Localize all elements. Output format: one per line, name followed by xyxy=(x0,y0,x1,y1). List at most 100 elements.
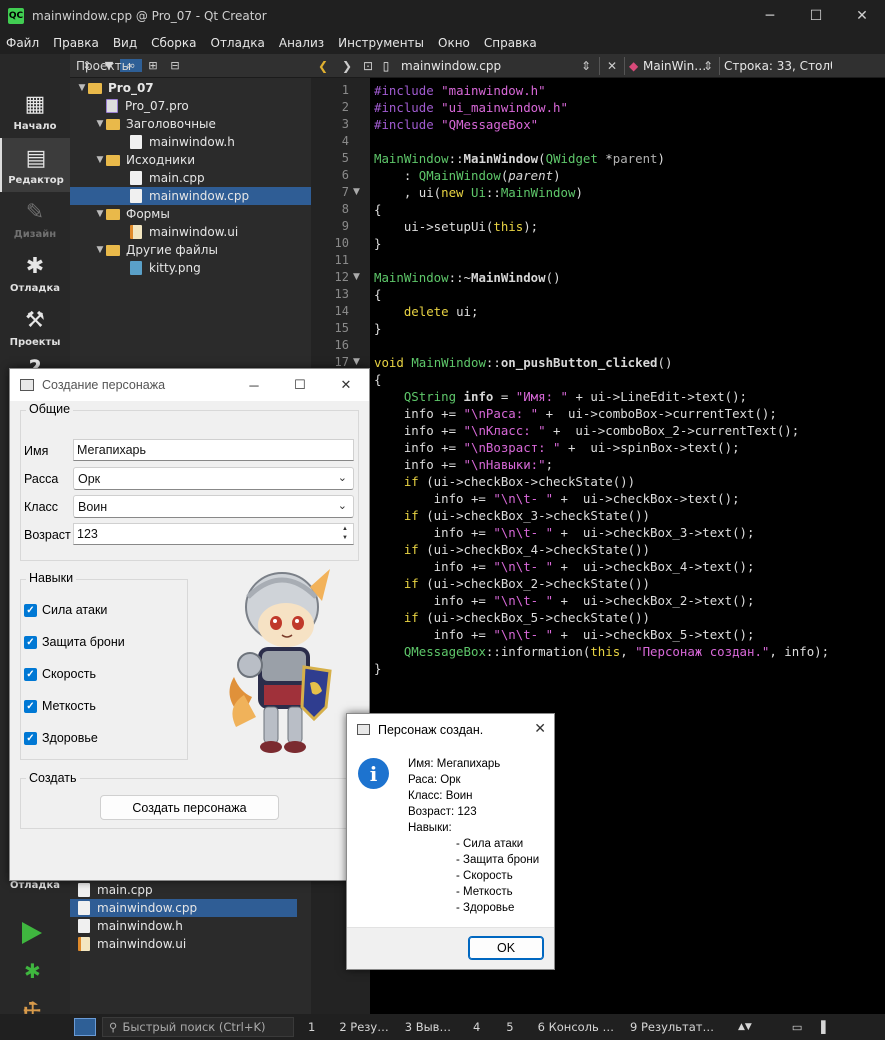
output-pane-toggle-icon[interactable]: ▭ xyxy=(792,1020,803,1034)
message-line: Раса: Орк xyxy=(408,774,461,786)
maximize-button[interactable]: ☐ xyxy=(277,369,323,401)
close-pane-icon[interactable]: ⊟ xyxy=(164,59,186,72)
tree-item-label: Исходники xyxy=(126,153,196,167)
fold-marker-icon[interactable]: ▼ xyxy=(353,184,365,201)
mode-welcome[interactable]: ▦ Начало xyxy=(0,84,70,138)
minimize-button[interactable]: ─ xyxy=(231,369,277,401)
mode-design[interactable]: ✎ Дизайн xyxy=(0,192,70,246)
mode-projects[interactable]: ⚒ Проекты xyxy=(0,300,70,354)
cursor-position[interactable]: Строка: 33, Столбе xyxy=(724,59,832,73)
minimize-button[interactable]: ─ xyxy=(747,0,793,32)
tree-item[interactable]: ▼ Другие файлы xyxy=(94,241,311,259)
open-document-item[interactable]: main.cpp xyxy=(70,881,311,899)
tree-item-label: Pro_07.pro xyxy=(125,99,189,113)
menu-view[interactable]: Вид xyxy=(113,36,137,50)
expand-arrow-icon: ▼ xyxy=(96,245,104,255)
symbol-icon: ◆ xyxy=(629,58,639,73)
mode-edit[interactable]: ▤ Редактор xyxy=(0,138,70,192)
tree-item[interactable]: kitty.png xyxy=(130,259,311,277)
tree-item[interactable]: ▼ Формы xyxy=(94,205,311,223)
menu-build[interactable]: Сборка xyxy=(151,36,196,50)
code-line: QString info = "Имя: " + ui->LineEdit->t… xyxy=(403,389,748,404)
chevron-updown-icon[interactable]: ▲▼ xyxy=(738,1022,752,1032)
chevron-updown-icon[interactable]: ⇕ xyxy=(581,59,595,73)
pane-button-issues[interactable]: 2 Резу… xyxy=(339,1020,388,1034)
close-button[interactable]: ✕ xyxy=(323,369,369,401)
tree-item[interactable]: mainwindow.ui xyxy=(130,223,311,241)
code-line: if (ui->checkBox_3->checkState()) xyxy=(403,508,651,523)
pane-button-search[interactable]: 3 Выв… xyxy=(405,1020,451,1034)
chevron-updown-icon[interactable]: ⇕ xyxy=(703,59,715,73)
code-line: if (ui->checkBox_2->checkState()) xyxy=(403,576,651,591)
kitty-image xyxy=(229,569,332,753)
mode-debug[interactable]: ✱ Отладка xyxy=(0,246,70,300)
right-sidebar-toggle-icon[interactable]: ▐ xyxy=(817,1020,826,1034)
checkmark-icon: ✓ xyxy=(24,603,37,617)
menu-window[interactable]: Окно xyxy=(438,36,470,50)
tree-item[interactable]: main.cpp xyxy=(130,169,311,187)
folder-icon xyxy=(106,208,120,220)
pane-button-1[interactable]: 1 xyxy=(308,1020,315,1034)
tree-item[interactable]: ▼ Pro_07 xyxy=(76,79,311,97)
menu-file[interactable]: Файл xyxy=(6,36,39,50)
skill-checkbox-attack[interactable]: ✓ Сила атаки xyxy=(24,603,107,617)
split-icon[interactable]: ⊞ xyxy=(142,59,164,72)
document-select[interactable]: mainwindow.cpp xyxy=(395,59,581,73)
maximize-button[interactable]: ☐ xyxy=(793,0,839,32)
sidebar-toggle-icon[interactable] xyxy=(74,1018,96,1036)
close-button[interactable]: ✕ xyxy=(839,0,885,32)
pencil-icon: ✎ xyxy=(25,200,45,225)
create-character-button[interactable]: Создать персонажа xyxy=(100,795,279,820)
fold-marker-icon[interactable]: ▼ xyxy=(353,269,365,286)
tree-item[interactable]: ▼ Заголовочные xyxy=(94,115,311,133)
menu-debug[interactable]: Отладка xyxy=(211,36,265,50)
pane-button-tests[interactable]: 9 Результат… xyxy=(630,1020,714,1034)
open-document-item[interactable]: mainwindow.ui xyxy=(70,935,311,953)
age-spinbox-value: 123 xyxy=(77,527,98,541)
race-combobox[interactable]: Орк ⌄ xyxy=(73,467,354,490)
open-document-item-selected[interactable]: mainwindow.cpp xyxy=(70,899,297,917)
line-number: 1 xyxy=(341,83,349,97)
ok-button[interactable]: OK xyxy=(468,936,544,960)
cpp-file-icon xyxy=(130,171,142,185)
mode-projects-label: Проекты xyxy=(9,337,61,348)
debug-run-icon[interactable]: ✱ xyxy=(24,960,46,982)
tree-item[interactable]: ▼ Исходники xyxy=(94,151,311,169)
name-input[interactable]: Мегапихарь xyxy=(73,439,354,461)
close-button[interactable]: ✕ xyxy=(534,720,546,737)
code-line: info += "\nНавыки:"; xyxy=(374,457,554,472)
pane-button-4[interactable]: 4 xyxy=(473,1020,480,1034)
cpp-file-icon xyxy=(78,883,90,897)
symbol-select[interactable]: MainWin… xyxy=(643,59,706,73)
projects-panel-header: Проекты ⇕ ▼ ∞ ⊞ ⊟ xyxy=(70,54,311,78)
spin-arrows-icon[interactable]: ▲ ▼ xyxy=(339,525,351,543)
line-number: 12 xyxy=(334,270,349,284)
menu-analyze[interactable]: Анализ xyxy=(279,36,324,50)
locator-input[interactable]: ⚲ Быстрый поиск (Ctrl+K) xyxy=(102,1017,294,1037)
tree-item[interactable]: Pro_07.pro xyxy=(94,97,311,115)
forward-arrow-icon[interactable]: ❯ xyxy=(335,59,359,73)
skill-checkbox-accuracy[interactable]: ✓ Меткость xyxy=(24,699,96,713)
tree-item[interactable]: mainwindow.h xyxy=(130,133,311,151)
back-arrow-icon[interactable]: ❮ xyxy=(311,59,335,73)
document-icon: ▤ xyxy=(25,146,47,171)
menu-tools[interactable]: Инструменты xyxy=(338,36,424,50)
pane-button-console[interactable]: 6 Консоль … xyxy=(538,1020,614,1034)
projects-view-select[interactable]: Проекты xyxy=(76,59,131,73)
message-skill-line: - Скорость xyxy=(456,870,513,882)
age-spinbox[interactable]: 123 ▲ ▼ xyxy=(73,523,354,545)
menu-edit[interactable]: Правка xyxy=(53,36,99,50)
close-document-icon[interactable]: ✕ xyxy=(604,59,620,73)
tree-item-selected[interactable]: mainwindow.cpp xyxy=(70,187,311,205)
skill-checkbox-health[interactable]: ✓ Здоровье xyxy=(24,731,98,745)
tree-item-label: Формы xyxy=(126,207,170,221)
build-target-label[interactable]: Отладка xyxy=(0,880,70,891)
run-icon[interactable] xyxy=(22,922,42,944)
skill-checkbox-armor[interactable]: ✓ Защита брони xyxy=(24,635,125,649)
skills-group-label: Навыки xyxy=(26,571,77,585)
class-combobox[interactable]: Воин ⌄ xyxy=(73,495,354,518)
pane-button-5[interactable]: 5 xyxy=(506,1020,513,1034)
menu-help[interactable]: Справка xyxy=(484,36,537,50)
skill-checkbox-speed[interactable]: ✓ Скорость xyxy=(24,667,96,681)
open-document-item[interactable]: mainwindow.h xyxy=(70,917,311,935)
